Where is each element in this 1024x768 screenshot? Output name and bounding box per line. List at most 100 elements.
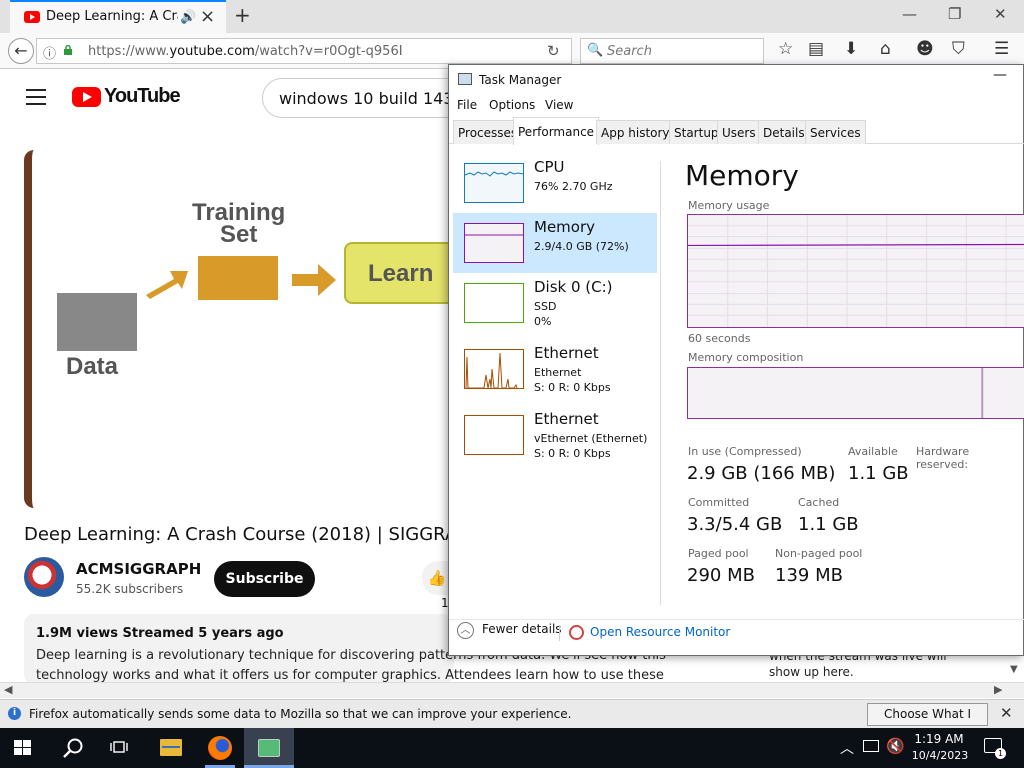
minimize-button[interactable]: — bbox=[993, 67, 1007, 83]
tab-title: Deep Learning: A Cras… bbox=[46, 9, 178, 24]
info-icon[interactable]: ⓘ bbox=[43, 43, 56, 62]
resource-vethernet[interactable]: Ethernet vEthernet (Ethernet) S: 0 R: 0 … bbox=[453, 405, 657, 465]
reload-icon[interactable]: ↻ bbox=[547, 42, 560, 60]
resource-detail: 0% bbox=[534, 315, 552, 328]
back-button[interactable]: ← bbox=[8, 38, 34, 64]
resource-name: Memory bbox=[534, 218, 596, 236]
search-placeholder: Search bbox=[607, 44, 652, 59]
window-minimize-button[interactable]: — bbox=[902, 5, 917, 23]
windows-start-icon[interactable] bbox=[14, 740, 32, 756]
resource-cpu[interactable]: CPU 76% 2.70 GHz bbox=[453, 153, 657, 213]
available-value: 1.1 GB bbox=[848, 463, 909, 484]
resource-monitor-icon bbox=[569, 625, 584, 640]
speaker-icon[interactable]: 🔊 bbox=[180, 10, 196, 25]
scroll-left-arrow-icon[interactable]: ◀ bbox=[4, 683, 12, 696]
lock-icon bbox=[64, 45, 72, 55]
scroll-right-arrow-icon[interactable]: ▶ bbox=[994, 683, 1002, 696]
slide-training-box bbox=[198, 256, 278, 300]
channel-avatar[interactable] bbox=[24, 557, 64, 597]
tab-details[interactable]: Details bbox=[758, 120, 810, 144]
video-description[interactable]: 1.9M views Streamed 5 years ago Deep lea… bbox=[24, 614, 666, 684]
tab-close-icon[interactable]: × bbox=[200, 6, 215, 27]
menu-view[interactable]: View bbox=[545, 98, 573, 112]
volume-muted-icon[interactable]: 🔇 bbox=[886, 737, 905, 755]
video-title: Deep Learning: A Crash Course (2018) | S… bbox=[24, 524, 482, 545]
resource-name: Disk 0 (C:) bbox=[534, 278, 613, 296]
scroll-down-arrow-icon[interactable]: ▼ bbox=[1010, 664, 1018, 675]
window-restore-button[interactable]: ❐ bbox=[948, 5, 961, 23]
downloads-icon[interactable]: ⬇ bbox=[844, 39, 858, 59]
resource-memory[interactable]: Memory 2.9/4.0 GB (72%) bbox=[453, 213, 657, 273]
hamburger-menu-icon[interactable]: ☰ bbox=[994, 39, 1009, 59]
new-tab-button[interactable]: + bbox=[234, 3, 251, 27]
footer-divider bbox=[449, 619, 1024, 620]
search-icon[interactable] bbox=[62, 737, 84, 759]
task-manager-tabs: Processes Performance App history Startu… bbox=[449, 117, 1024, 145]
notification-count-badge: 1 bbox=[995, 748, 1006, 759]
resource-detail: 76% 2.70 GHz bbox=[534, 180, 613, 193]
resource-disk[interactable]: Disk 0 (C:) SSD 0% bbox=[453, 273, 657, 333]
nonpaged-pool-label: Non-paged pool bbox=[775, 547, 863, 560]
clock-time[interactable]: 1:19 AM bbox=[914, 732, 964, 746]
notification-close-icon[interactable]: ✕ bbox=[1000, 704, 1013, 722]
window-close-button[interactable]: ✕ bbox=[994, 5, 1007, 23]
available-label: Available bbox=[848, 445, 898, 458]
chevron-up-icon: ︿ bbox=[457, 622, 474, 639]
slide-data-label: Data bbox=[66, 353, 119, 380]
resource-name: CPU bbox=[534, 158, 565, 176]
youtube-logo-icon[interactable] bbox=[72, 87, 101, 107]
pocket-icon[interactable]: ⛉ bbox=[952, 39, 965, 59]
tab-performance[interactable]: Performance bbox=[513, 117, 600, 145]
home-icon[interactable]: ⌂ bbox=[880, 39, 891, 59]
resource-detail: vEthernet (Ethernet) bbox=[534, 432, 648, 445]
tab-processes[interactable]: Processes bbox=[453, 120, 523, 144]
subscribe-button[interactable]: Subscribe bbox=[214, 561, 315, 597]
open-resource-monitor-link[interactable]: Open Resource Monitor bbox=[590, 625, 730, 639]
slide-training-set-label: Training Set bbox=[192, 199, 286, 248]
search-bar[interactable]: 🔍 Search bbox=[580, 38, 764, 64]
cached-value: 1.1 GB bbox=[798, 514, 859, 535]
task-manager-titlebar[interactable]: Task Manager — bbox=[449, 65, 1024, 95]
url-text[interactable]: https://www.youtube.com/watch?v=r0Ogt-q9… bbox=[88, 44, 403, 59]
slide-learn-box: Learn bbox=[344, 242, 454, 304]
tab-strip: Deep Learning: A Cras… 🔊 × + — ❐ ✕ bbox=[0, 0, 1024, 33]
tab-app-history[interactable]: App history bbox=[596, 120, 675, 144]
resource-detail: S: 0 R: 0 Kbps bbox=[534, 381, 611, 394]
url-bar[interactable]: ⓘ https://www.youtube.com/watch?v=r0Ogt-… bbox=[36, 38, 572, 64]
notification-text: Firefox automatically sends some data to… bbox=[29, 707, 572, 721]
menu-options[interactable]: Options bbox=[489, 98, 535, 112]
resource-name: Ethernet bbox=[534, 344, 599, 362]
search-engine-icon[interactable]: 🔍 bbox=[587, 43, 603, 58]
ethernet-thumb-graph bbox=[464, 349, 524, 389]
choose-what-i-share-button[interactable]: Choose What I Share bbox=[867, 703, 988, 742]
bookmark-star-icon[interactable]: ☆ bbox=[778, 39, 793, 59]
chevron-up-icon[interactable]: ︿ bbox=[840, 738, 854, 758]
task-view-icon[interactable] bbox=[110, 740, 128, 754]
panel-divider bbox=[660, 161, 661, 605]
tab-services[interactable]: Services bbox=[805, 120, 866, 144]
channel-name[interactable]: ACMSIGGRAPH bbox=[76, 560, 201, 578]
network-icon[interactable] bbox=[863, 740, 879, 752]
fewer-details-button[interactable]: ︿ Fewer details bbox=[457, 622, 562, 639]
file-explorer-icon[interactable] bbox=[160, 739, 182, 756]
tab-startup[interactable]: Startup bbox=[669, 120, 724, 144]
committed-value: 3.3/5.4 GB bbox=[687, 514, 783, 535]
task-manager-icon[interactable] bbox=[258, 739, 280, 757]
feedback-icon[interactable]: ☻ bbox=[916, 39, 934, 59]
youtube-menu-icon[interactable] bbox=[26, 89, 46, 105]
video-player[interactable]: Training Set Data Learn bbox=[24, 150, 454, 508]
footer-separator bbox=[559, 625, 560, 641]
task-manager-window[interactable]: Task Manager — File Options View Process… bbox=[448, 64, 1024, 656]
memory-usage-label: Memory usage bbox=[688, 199, 770, 212]
tab-youtube[interactable]: Deep Learning: A Cras… 🔊 × bbox=[10, 0, 226, 33]
tab-users[interactable]: Users bbox=[717, 120, 761, 144]
menu-file[interactable]: File bbox=[457, 98, 477, 112]
firefox-icon[interactable] bbox=[208, 736, 232, 760]
resource-ethernet[interactable]: Ethernet Ethernet S: 0 R: 0 Kbps bbox=[453, 339, 657, 399]
subscriber-count: 55.2K subscribers bbox=[76, 582, 184, 596]
youtube-logo-text[interactable]: YouTube bbox=[104, 85, 181, 108]
memory-heading: Memory bbox=[685, 159, 799, 192]
reading-list-icon[interactable]: ▤ bbox=[808, 39, 824, 59]
clock-date[interactable]: 10/4/2023 bbox=[910, 749, 970, 762]
horizontal-scrollbar[interactable]: ◀ ▶ bbox=[0, 682, 1024, 698]
